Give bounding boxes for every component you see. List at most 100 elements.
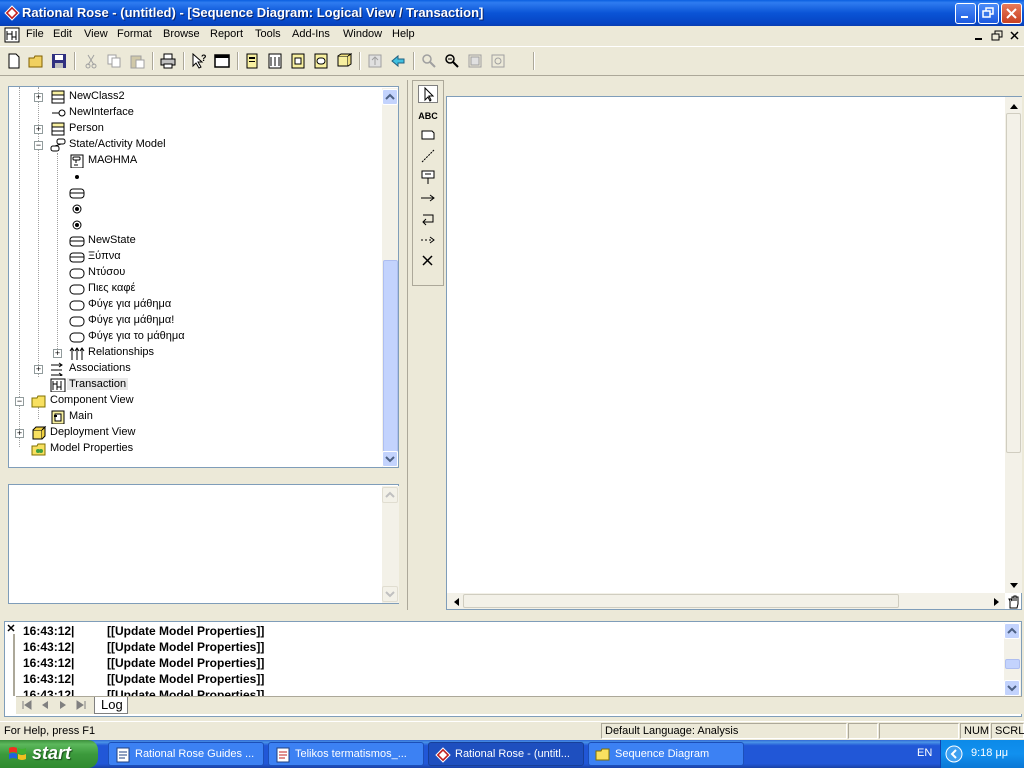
zoom-out-icon[interactable] — [444, 53, 460, 69]
rational-rose-icon[interactable] — [4, 5, 20, 21]
prev-tab-icon[interactable] — [38, 699, 52, 711]
tab-log[interactable]: Log — [94, 697, 128, 714]
menu-browse[interactable]: Browse — [163, 28, 200, 40]
browse-state-diagram-icon[interactable] — [313, 53, 329, 69]
print-icon[interactable] — [160, 53, 176, 69]
chevron-left-icon[interactable] — [945, 745, 963, 763]
menu-window[interactable]: Window — [343, 28, 382, 40]
context-help-icon[interactable]: ? — [191, 53, 207, 69]
toolbox-text-box[interactable]: ABC — [418, 107, 438, 125]
copy-icon[interactable] — [106, 53, 122, 69]
model-browser[interactable]: NewClass2 + NewInterface Person + State/… — [8, 86, 399, 468]
menu-tools[interactable]: Tools — [255, 28, 281, 40]
doc-scroll-down-button[interactable] — [382, 586, 398, 602]
scroll-up-button[interactable] — [382, 89, 398, 105]
browse-interaction-diagram-icon[interactable] — [267, 53, 283, 69]
input-language-indicator[interactable]: EN — [917, 747, 932, 759]
scroll-down-button[interactable] — [382, 451, 398, 467]
toolbox-anchor-note[interactable] — [418, 148, 438, 166]
first-tab-icon[interactable] — [20, 699, 34, 711]
task-telikos-termatismos[interactable]: Telikos termatismos_... — [268, 742, 424, 766]
task-rational-rose-guides[interactable]: Rational Rose Guides ... — [108, 742, 264, 766]
object-message-icon — [421, 194, 435, 202]
sequence-diagram-icon[interactable] — [4, 27, 20, 43]
diagram-vscrollbar[interactable] — [1005, 97, 1022, 593]
scroll-down-arrow-icon[interactable] — [1008, 581, 1020, 591]
expand-newclass2[interactable]: + — [34, 93, 43, 102]
zoom-in-icon[interactable] — [421, 53, 437, 69]
task-rational-rose[interactable]: Rational Rose - (untitl... — [428, 742, 584, 766]
mdi-restore-icon[interactable] — [990, 29, 1004, 42]
expand-deployment-view[interactable]: + — [15, 429, 24, 438]
view-documentation-icon[interactable] — [214, 53, 230, 69]
close-button[interactable] — [1001, 3, 1022, 24]
diagram-hscrollbar[interactable] — [447, 593, 1005, 609]
selection-arrow-icon — [424, 86, 435, 102]
expand-person[interactable]: + — [34, 125, 43, 134]
toolbar-separator — [74, 52, 76, 70]
log-scroll-up-button[interactable] — [1004, 623, 1020, 639]
next-tab-icon[interactable] — [56, 699, 70, 711]
browse-component-diagram-icon[interactable] — [290, 53, 306, 69]
collapse-component-view[interactable]: − — [15, 397, 24, 406]
mdi-close-icon[interactable] — [1008, 29, 1022, 42]
collapse-state-activity-model[interactable]: − — [34, 141, 43, 150]
menu-file[interactable]: File — [26, 28, 44, 40]
documentation-pane[interactable] — [8, 484, 399, 604]
start-button[interactable]: start — [0, 740, 98, 768]
toolbar-separator — [413, 52, 415, 70]
task-sequence-diagram[interactable]: Sequence Diagram — [588, 742, 744, 766]
chevron-up-icon — [385, 491, 395, 498]
fit-in-window-icon[interactable] — [467, 53, 483, 69]
mdi-minimize-icon[interactable] — [972, 29, 986, 42]
undo-fit-in-window-icon[interactable] — [490, 53, 506, 69]
browse-deployment-diagram-icon[interactable] — [336, 53, 352, 69]
scroll-right-arrow-icon[interactable] — [992, 596, 1002, 608]
scroll-thumb[interactable] — [383, 260, 398, 452]
log-close-icon[interactable] — [6, 623, 16, 633]
minimize-icon — [961, 16, 968, 18]
menu-report[interactable]: Report — [210, 28, 243, 40]
menu-view[interactable]: View — [84, 28, 108, 40]
new-file-icon[interactable] — [6, 53, 22, 69]
browse-parent-icon[interactable] — [367, 53, 383, 69]
log-scrollbar[interactable] — [1004, 623, 1021, 697]
diagram-vscroll-thumb[interactable] — [1006, 113, 1021, 453]
restore-button[interactable] — [978, 3, 999, 24]
toolbox-return-message[interactable] — [418, 232, 438, 250]
last-tab-icon[interactable] — [74, 699, 88, 711]
pan-hand-icon[interactable] — [1006, 594, 1022, 610]
menu-format[interactable]: Format — [117, 28, 152, 40]
paste-icon[interactable] — [129, 53, 145, 69]
browser-scrollbar[interactable] — [382, 88, 398, 467]
diagram-hscroll-thumb[interactable] — [463, 594, 899, 608]
toolbox-destruction-marker[interactable] — [418, 253, 438, 271]
pane-splitter[interactable] — [407, 80, 411, 610]
doc-scroll-up-button[interactable] — [382, 487, 398, 503]
expand-relationships[interactable]: + — [53, 349, 62, 358]
toolbox-object[interactable] — [418, 169, 438, 187]
browse-class-diagram-icon[interactable] — [244, 53, 260, 69]
log-scroll-thumb[interactable] — [1005, 659, 1020, 669]
close-icon — [1006, 8, 1017, 19]
toolbox-note[interactable] — [418, 127, 438, 145]
log-scroll-down-button[interactable] — [1004, 680, 1020, 696]
open-folder-icon[interactable] — [28, 53, 44, 69]
menu-edit[interactable]: Edit — [53, 28, 72, 40]
cut-icon[interactable] — [83, 53, 99, 69]
sequence-diagram-canvas[interactable] — [446, 96, 1022, 610]
save-icon[interactable] — [51, 53, 67, 69]
scroll-up-arrow-icon[interactable] — [1008, 101, 1020, 111]
expand-associations[interactable]: + — [34, 365, 43, 374]
scroll-left-arrow-icon[interactable] — [451, 596, 461, 608]
return-message-icon — [421, 236, 435, 244]
toolbox-message-to-self[interactable] — [418, 211, 438, 229]
menu-help[interactable]: Help — [392, 28, 415, 40]
browse-previous-diagram-icon[interactable] — [390, 53, 406, 69]
log-dock-grip[interactable] — [7, 634, 15, 696]
toolbox-selection[interactable] — [418, 85, 438, 103]
toolbox-object-message[interactable] — [418, 190, 438, 208]
minimize-button[interactable] — [955, 3, 976, 24]
menu-add-ins[interactable]: Add-Ins — [292, 28, 330, 40]
doc-scrollbar[interactable] — [382, 486, 399, 603]
